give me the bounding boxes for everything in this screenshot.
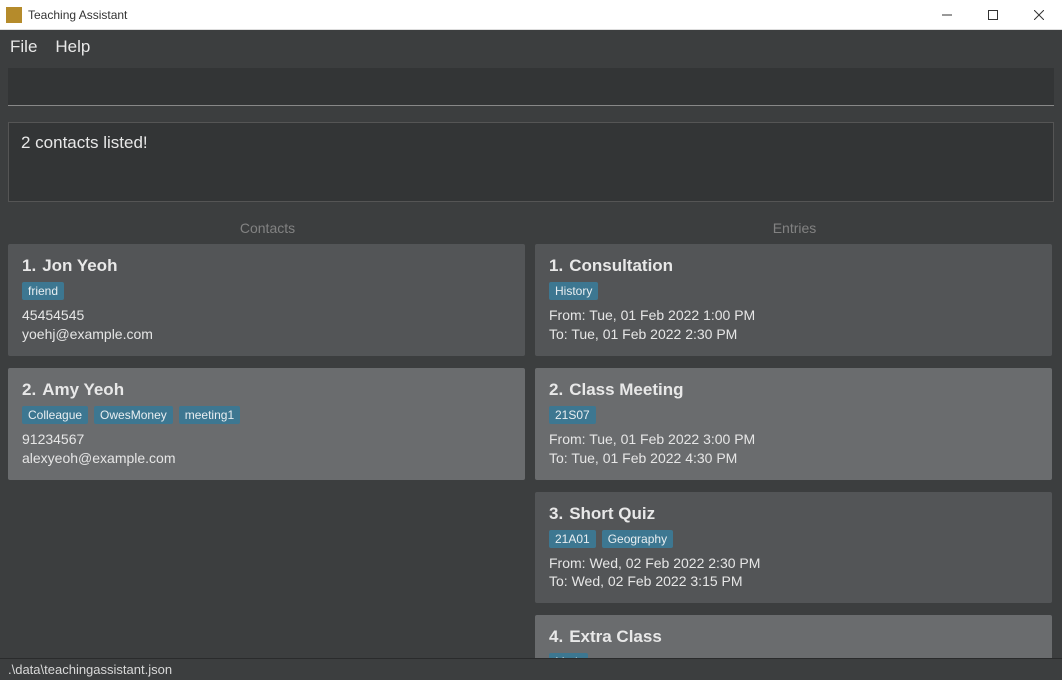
- entry-index: 2.: [549, 380, 563, 399]
- entry-name: Short Quiz: [569, 504, 655, 523]
- main-area: Contacts 1. Jon Yeoh friend 45454545yoehj@e…: [0, 210, 1062, 658]
- contact-card[interactable]: 1. Jon Yeoh friend 45454545yoehj@example.co…: [8, 244, 525, 356]
- footer-path: .\data\teachingassistant.json: [8, 662, 172, 677]
- maximize-button[interactable]: [970, 0, 1016, 30]
- entry-name: Consultation: [569, 256, 673, 275]
- entry-tags: 21S07: [549, 406, 1038, 426]
- entry-to: To: Tue, 01 Feb 2022 2:30 PM: [549, 325, 1038, 344]
- entry-from: From: Tue, 01 Feb 2022 3:00 PM: [549, 430, 1038, 449]
- window-controls: [924, 0, 1062, 30]
- entry-tags: Math: [549, 653, 1038, 658]
- tag: OwesMoney: [94, 406, 173, 424]
- contacts-column: Contacts 1. Jon Yeoh friend 45454545yoehj@e…: [0, 210, 531, 658]
- entry-title: 3. Short Quiz: [549, 504, 1038, 524]
- entry-card[interactable]: 3. Short Quiz 21A01 Geography From: Wed, 02 …: [535, 492, 1052, 604]
- entry-name: Extra Class: [569, 627, 662, 646]
- contact-card[interactable]: 2. Amy Yeoh Colleague OwesMoney meeting1 9123…: [8, 368, 525, 480]
- menu-help[interactable]: Help: [55, 37, 90, 57]
- tag: 21S07: [549, 406, 596, 424]
- tag: 21A01: [549, 530, 596, 548]
- entry-tags: 21A01 Geography: [549, 530, 1038, 550]
- contact-title: 1. Jon Yeoh: [22, 256, 511, 276]
- entries-list[interactable]: 1. Consultation History From: Tue, 01 Feb 2…: [535, 244, 1054, 658]
- contact-index: 2.: [22, 380, 36, 399]
- command-row: [0, 64, 1062, 108]
- app-icon: [6, 7, 22, 23]
- status-box: 2 contacts listed!: [8, 122, 1054, 202]
- contacts-header: Contacts: [8, 210, 527, 244]
- entry-title: 1. Consultation: [549, 256, 1038, 276]
- minimize-button[interactable]: [924, 0, 970, 30]
- contact-phone: 45454545: [22, 306, 511, 325]
- contacts-list[interactable]: 1. Jon Yeoh friend 45454545yoehj@example.co…: [8, 244, 527, 658]
- contact-tags: Colleague OwesMoney meeting1: [22, 406, 511, 426]
- contact-title: 2. Amy Yeoh: [22, 380, 511, 400]
- entry-index: 4.: [549, 627, 563, 646]
- footer-bar: .\data\teachingassistant.json: [0, 658, 1062, 680]
- tag: friend: [22, 282, 64, 300]
- command-input[interactable]: [8, 68, 1054, 106]
- entry-index: 3.: [549, 504, 563, 523]
- menubar: File Help: [0, 30, 1062, 64]
- menu-file[interactable]: File: [10, 37, 37, 57]
- contact-tags: friend: [22, 282, 511, 302]
- entry-title: 2. Class Meeting: [549, 380, 1038, 400]
- entry-to: To: Tue, 01 Feb 2022 4:30 PM: [549, 449, 1038, 468]
- entries-column: Entries 1. Consultation History From: Tue, …: [531, 210, 1062, 658]
- entry-card[interactable]: 4. Extra Class Math: [535, 615, 1052, 658]
- entry-from: From: Tue, 01 Feb 2022 1:00 PM: [549, 306, 1038, 325]
- entry-tags: History: [549, 282, 1038, 302]
- contact-phone: 91234567: [22, 430, 511, 449]
- entry-card[interactable]: 1. Consultation History From: Tue, 01 Feb 2…: [535, 244, 1052, 356]
- entry-from: From: Wed, 02 Feb 2022 2:30 PM: [549, 554, 1038, 573]
- tag: meeting1: [179, 406, 240, 424]
- status-message: 2 contacts listed!: [21, 133, 148, 152]
- entries-header: Entries: [535, 210, 1054, 244]
- entry-index: 1.: [549, 256, 563, 275]
- window-titlebar: Teaching Assistant: [0, 0, 1062, 30]
- entry-title: 4. Extra Class: [549, 627, 1038, 647]
- tag: Geography: [602, 530, 673, 548]
- contact-name: Jon Yeoh: [42, 256, 117, 275]
- contact-email: yoehj@example.com: [22, 325, 511, 344]
- entry-to: To: Wed, 02 Feb 2022 3:15 PM: [549, 572, 1038, 591]
- contact-index: 1.: [22, 256, 36, 275]
- entry-name: Class Meeting: [569, 380, 683, 399]
- entry-card[interactable]: 2. Class Meeting 21S07 From: Tue, 01 Feb 20…: [535, 368, 1052, 480]
- tag: Math: [549, 653, 588, 658]
- tag: History: [549, 282, 598, 300]
- window-title: Teaching Assistant: [28, 8, 924, 22]
- tag: Colleague: [22, 406, 88, 424]
- close-button[interactable]: [1016, 0, 1062, 30]
- contact-name: Amy Yeoh: [42, 380, 124, 399]
- status-row: 2 contacts listed!: [0, 108, 1062, 210]
- contact-email: alexyeoh@example.com: [22, 449, 511, 468]
